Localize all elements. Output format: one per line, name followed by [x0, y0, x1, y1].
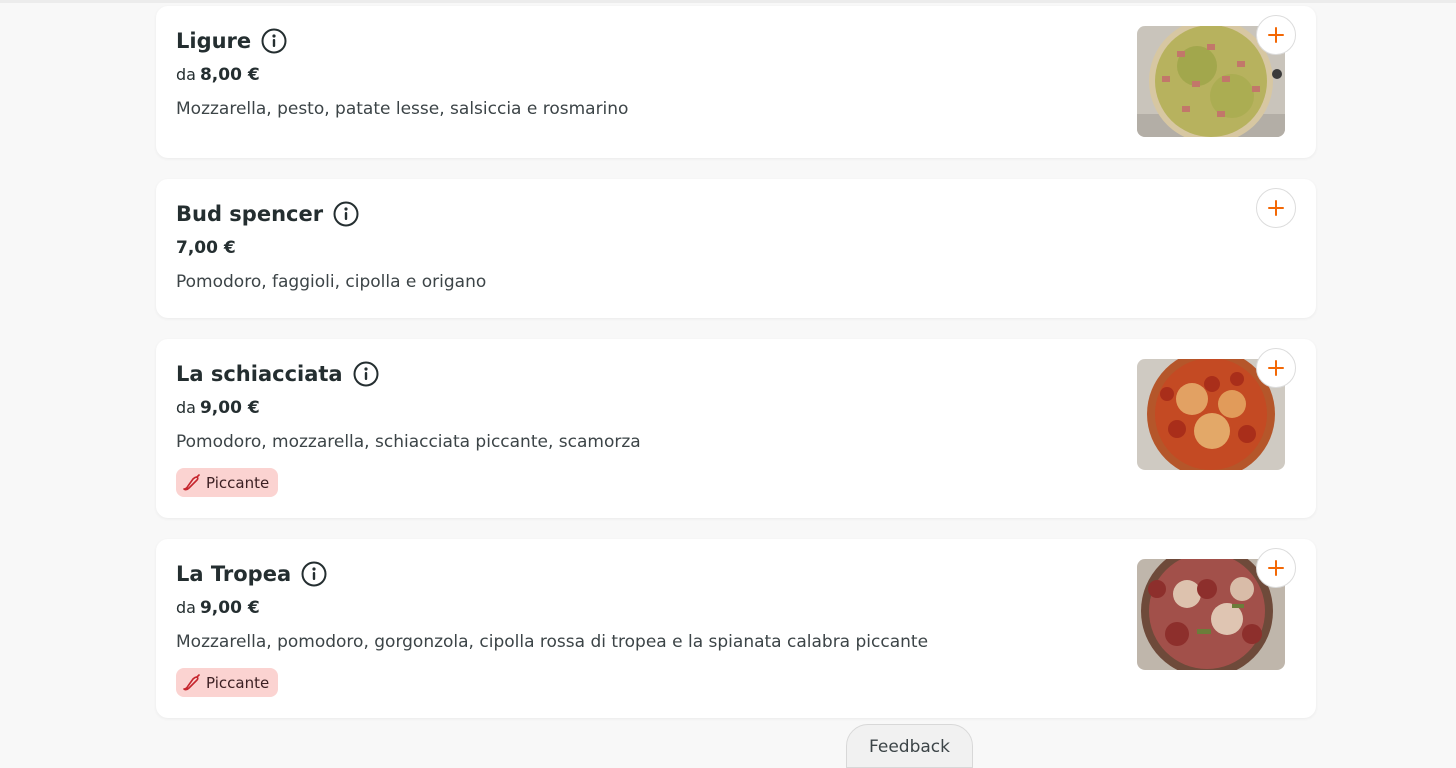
menu-item-card[interactable]: Ligure da 8,00 € Mozzarella, pesto, patat…	[156, 6, 1316, 158]
menu-item-name: La Tropea	[176, 562, 292, 586]
info-icon[interactable]	[301, 561, 327, 587]
add-to-cart-button[interactable]	[1256, 188, 1296, 228]
price-amount: 8,00 €	[199, 65, 260, 85]
menu-item-card[interactable]: La schiacciata da 9,00 € Pomodoro, mozzar…	[156, 339, 1316, 518]
menu-item-price: da 9,00 €	[176, 398, 260, 418]
price-prefix: da	[176, 398, 196, 417]
menu-item-description: Pomodoro, faggioli, cipolla e origano	[176, 272, 487, 292]
menu-item-name: Bud spencer	[176, 202, 324, 226]
price-amount: 9,00 €	[199, 598, 260, 618]
plus-icon	[1268, 360, 1284, 376]
menu-item-description: Mozzarella, pesto, patate lesse, salsicc…	[176, 99, 629, 119]
plus-icon	[1268, 200, 1284, 216]
spicy-badge: Piccante	[176, 468, 279, 497]
menu-item-name: La schiacciata	[176, 362, 343, 386]
menu-item-name: Ligure	[176, 29, 252, 53]
plus-icon	[1268, 560, 1284, 576]
menu-item-card[interactable]: Bud spencer 7,00 € Pomodoro, faggioli, c…	[156, 179, 1316, 318]
plus-icon	[1268, 27, 1284, 43]
menu-item-price: da 8,00 €	[176, 65, 260, 85]
spicy-badge: Piccante	[176, 668, 279, 697]
menu-item-title-row: La Tropea	[176, 561, 327, 587]
menu-item-price: 7,00 €	[176, 238, 236, 258]
badge-label: Piccante	[206, 473, 270, 492]
price-amount: 7,00 €	[176, 238, 236, 258]
add-to-cart-button[interactable]	[1256, 548, 1296, 588]
menu-item-title-row: Ligure	[176, 28, 287, 54]
menu-item-card[interactable]: La Tropea da 9,00 € Mozzarella, pomodoro,…	[156, 539, 1316, 718]
info-icon[interactable]	[353, 361, 379, 387]
menu-item-price: da 9,00 €	[176, 598, 260, 618]
info-icon[interactable]	[261, 28, 287, 54]
menu-item-description: Pomodoro, mozzarella, schiacciata piccan…	[176, 432, 641, 452]
price-prefix: da	[176, 598, 196, 617]
feedback-button[interactable]: Feedback	[846, 724, 973, 768]
add-to-cart-button[interactable]	[1256, 348, 1296, 388]
menu-item-description: Mozzarella, pomodoro, gorgonzola, cipoll…	[176, 632, 929, 652]
badge-label: Piccante	[206, 673, 270, 692]
chili-pepper-icon	[183, 673, 200, 690]
add-to-cart-button[interactable]	[1256, 15, 1296, 55]
price-amount: 9,00 €	[199, 398, 260, 418]
menu-item-title-row: Bud spencer	[176, 201, 359, 227]
top-divider	[0, 0, 1456, 3]
price-prefix: da	[176, 65, 196, 84]
info-icon[interactable]	[333, 201, 359, 227]
chili-pepper-icon	[183, 473, 200, 490]
menu-item-title-row: La schiacciata	[176, 361, 379, 387]
